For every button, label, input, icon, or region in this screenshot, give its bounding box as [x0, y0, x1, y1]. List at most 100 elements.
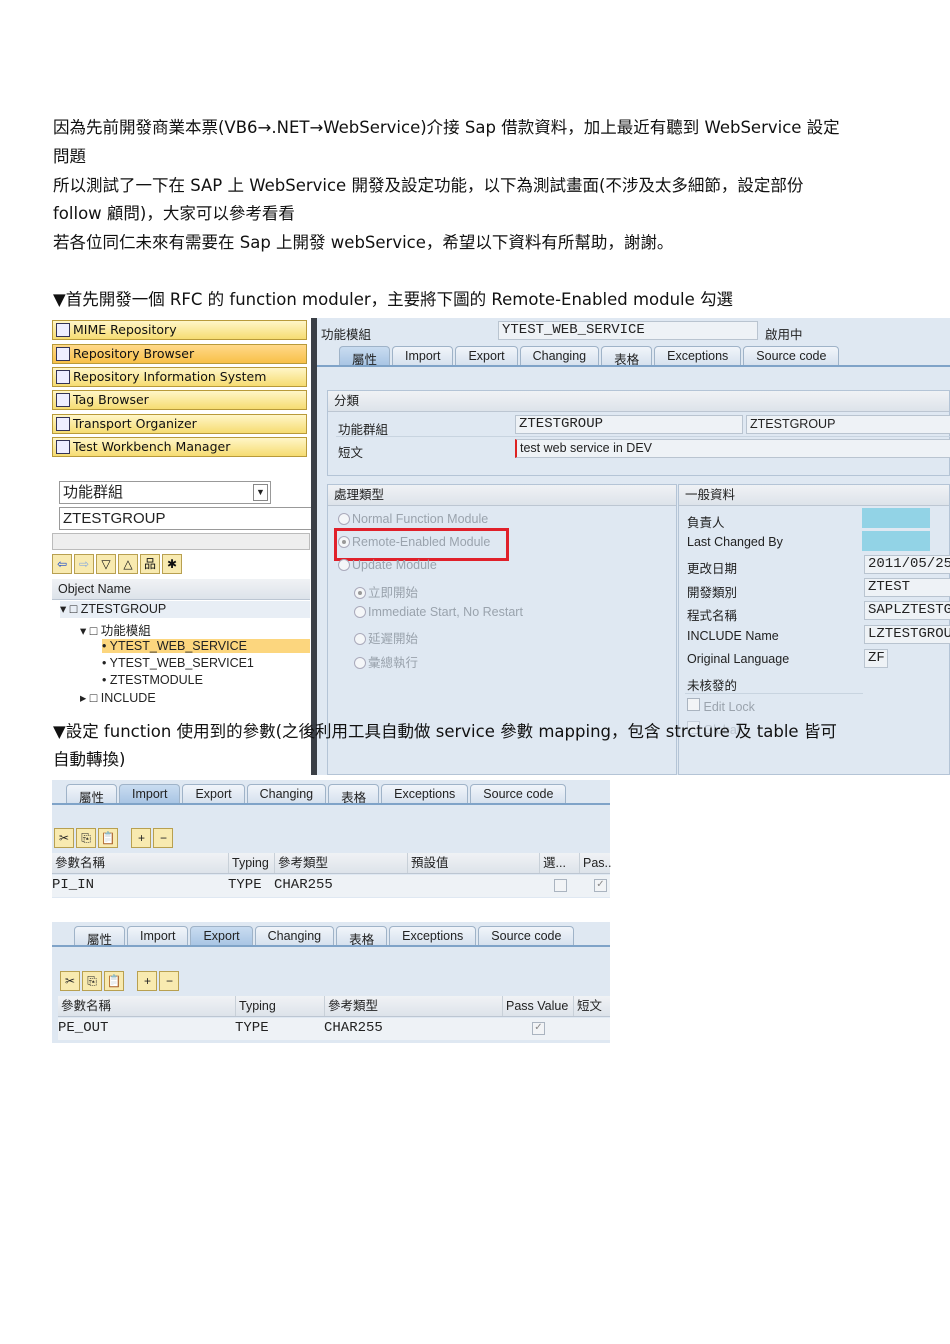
object-name-input[interactable]: ZTESTGROUP [59, 507, 312, 530]
group-title: 一般資料 [679, 485, 949, 506]
tab-attributes[interactable]: 屬性 [66, 784, 118, 805]
workbench-icon [56, 440, 70, 454]
tab-changing[interactable]: Changing [254, 926, 335, 945]
tab-import[interactable]: Import [392, 346, 454, 365]
changed-date-label: 更改日期 [687, 562, 738, 576]
package-field: ZTEST [864, 578, 950, 597]
responsible-field [862, 508, 930, 528]
pass-value-checkbox[interactable]: ✓ [532, 1022, 545, 1035]
fm-name-field[interactable]: YTEST_WEB_SERVICE [498, 321, 758, 340]
step-heading: 自動轉換) [53, 750, 126, 769]
hierarchy-icon[interactable]: 品 [140, 554, 160, 574]
tab-attributes[interactable]: 屬性 [74, 926, 126, 947]
star-icon[interactable]: ✱ [162, 554, 182, 574]
tree-node-selected[interactable]: • YTEST_WEB_SERVICE [102, 639, 310, 653]
tab-changing[interactable]: Changing [519, 346, 600, 365]
cut-icon[interactable]: ✂ [54, 828, 74, 848]
tab-tables[interactable]: 表格 [601, 346, 653, 367]
radio-update-module[interactable]: Update Module [338, 558, 437, 572]
tree-node[interactable]: • ZTESTMODULE [102, 673, 203, 687]
tree-label: YTEST_WEB_SERVICE [109, 639, 247, 653]
program-name-label: 程式名稱 [687, 609, 738, 623]
tab-import[interactable]: Import [127, 926, 189, 945]
radio-collective-run[interactable]: 彙總執行 [354, 652, 418, 671]
tab-tables[interactable]: 表格 [336, 926, 388, 947]
group-title: 處理類型 [328, 485, 676, 506]
original-language-label: Original Language [687, 652, 790, 666]
copy-icon[interactable]: ⎘ [76, 828, 96, 848]
nav-label: Transport Organizer [73, 416, 197, 431]
table-row[interactable]: PI_IN TYPE CHAR255 ✓ [52, 875, 610, 897]
classification-group: 分類 功能群組 ZTESTGROUP ZTESTGROUP 短文 test we… [327, 390, 950, 476]
pass-value-checkbox[interactable]: ✓ [594, 879, 607, 892]
tab-exceptions[interactable]: Exceptions [381, 784, 469, 803]
radio-delayed-start[interactable]: 延遲開始 [354, 628, 418, 647]
tab-export[interactable]: Export [182, 784, 245, 803]
tab-exceptions[interactable]: Exceptions [654, 346, 742, 365]
delete-row-icon[interactable]: − [153, 828, 174, 848]
intro-line: 因為先前開發商業本票(VB6→.NET→WebService)介接 Sap 借款… [53, 118, 840, 137]
nav-label: Repository Information System [73, 369, 267, 384]
nav-label: Tag Browser [73, 392, 149, 407]
horizontal-scrollbar[interactable] [52, 533, 310, 550]
radio-normal-function[interactable]: Normal Function Module [338, 512, 488, 526]
delete-row-icon[interactable]: − [159, 971, 180, 991]
intro-line: 若各位同仁未來有需要在 Sap 上開發 webService，希望以下資料有所幫… [53, 233, 674, 252]
expand-icon[interactable]: ▽ [96, 554, 116, 574]
collapse-icon[interactable]: △ [118, 554, 138, 574]
tree-node[interactable]: • YTEST_WEB_SERVICE1 [102, 656, 254, 670]
forward-icon[interactable]: ⇨ [74, 554, 94, 574]
tab-exceptions[interactable]: Exceptions [389, 926, 477, 945]
tab-import[interactable]: Import [119, 784, 181, 803]
paste-icon[interactable]: 📋 [104, 971, 124, 991]
mime-icon [56, 323, 70, 337]
hierarchy-icon [56, 347, 70, 361]
tab-source-code[interactable]: Source code [478, 926, 575, 945]
optional-checkbox[interactable] [554, 879, 567, 892]
tag-icon [56, 393, 70, 407]
tab-export[interactable]: Export [455, 346, 518, 365]
tab-source-code[interactable]: Source code [470, 784, 567, 803]
tree-header: Object Name [52, 579, 310, 600]
tab-export[interactable]: Export [190, 926, 253, 945]
tab-tables[interactable]: 表格 [328, 784, 380, 805]
tree-node[interactable]: ▾ □ ZTESTGROUP [60, 601, 310, 618]
highlight-box [334, 528, 509, 561]
tree-toolbar: ⇦ ⇨ ▽ △ 品 ✱ [52, 553, 310, 575]
tree-node[interactable]: ▾ □ 功能模組 [80, 620, 151, 639]
nav-repository-browser[interactable]: Repository Browser [52, 344, 307, 364]
radio-immediate-no-restart[interactable]: Immediate Start, No Restart [354, 605, 523, 619]
step-heading: ▼設定 function 使用到的參數(之後利用工具自動做 service 參數… [53, 722, 837, 741]
cut-icon[interactable]: ✂ [60, 971, 80, 991]
insert-row-icon[interactable]: + [131, 828, 152, 848]
paste-icon[interactable]: 📋 [98, 828, 118, 848]
nav-repository-info[interactable]: Repository Information System [52, 367, 307, 387]
function-group-field[interactable]: ZTESTGROUP [515, 415, 743, 434]
tree-node[interactable]: ▸ □ INCLUDE [80, 690, 156, 705]
tab-changing[interactable]: Changing [246, 784, 327, 803]
col-short-text: 短文 [573, 996, 602, 1016]
last-changed-label: Last Changed By [687, 535, 783, 549]
tab-source-code[interactable]: Source code [743, 346, 840, 365]
object-type-select[interactable]: 功能群組 ▼ [59, 481, 271, 504]
table-row[interactable]: PE_OUT TYPE CHAR255 ✓ [58, 1018, 610, 1040]
export-params-screen: 屬性 Import Export Changing 表格 Exceptions … [52, 922, 610, 1043]
nav-tag-browser[interactable]: Tag Browser [52, 390, 307, 410]
intro-line: follow 顧問)，大家可以參考看看 [53, 204, 295, 223]
package-label: 開發類別 [687, 586, 738, 600]
back-icon[interactable]: ⇦ [52, 554, 72, 574]
insert-row-icon[interactable]: + [137, 971, 158, 991]
tree-label: 功能模組 [100, 624, 151, 638]
group-title: 分類 [328, 391, 949, 412]
nav-transport-organizer[interactable]: Transport Organizer [52, 414, 307, 434]
nav-test-workbench[interactable]: Test Workbench Manager [52, 437, 307, 457]
tab-attributes[interactable]: 屬性 [339, 346, 391, 367]
copy-icon[interactable]: ⎘ [82, 971, 102, 991]
col-typing: Typing [235, 996, 276, 1016]
nav-mime-repository[interactable]: MIME Repository [52, 320, 307, 340]
radio-start-immediately[interactable]: 立即開始 [354, 582, 418, 601]
short-text-label: 短文 [338, 446, 364, 460]
short-text-field[interactable]: test web service in DEV [515, 439, 950, 458]
edit-lock-checkbox[interactable]: Edit Lock [687, 698, 755, 714]
tree-label: YTEST_WEB_SERVICE1 [109, 656, 254, 670]
